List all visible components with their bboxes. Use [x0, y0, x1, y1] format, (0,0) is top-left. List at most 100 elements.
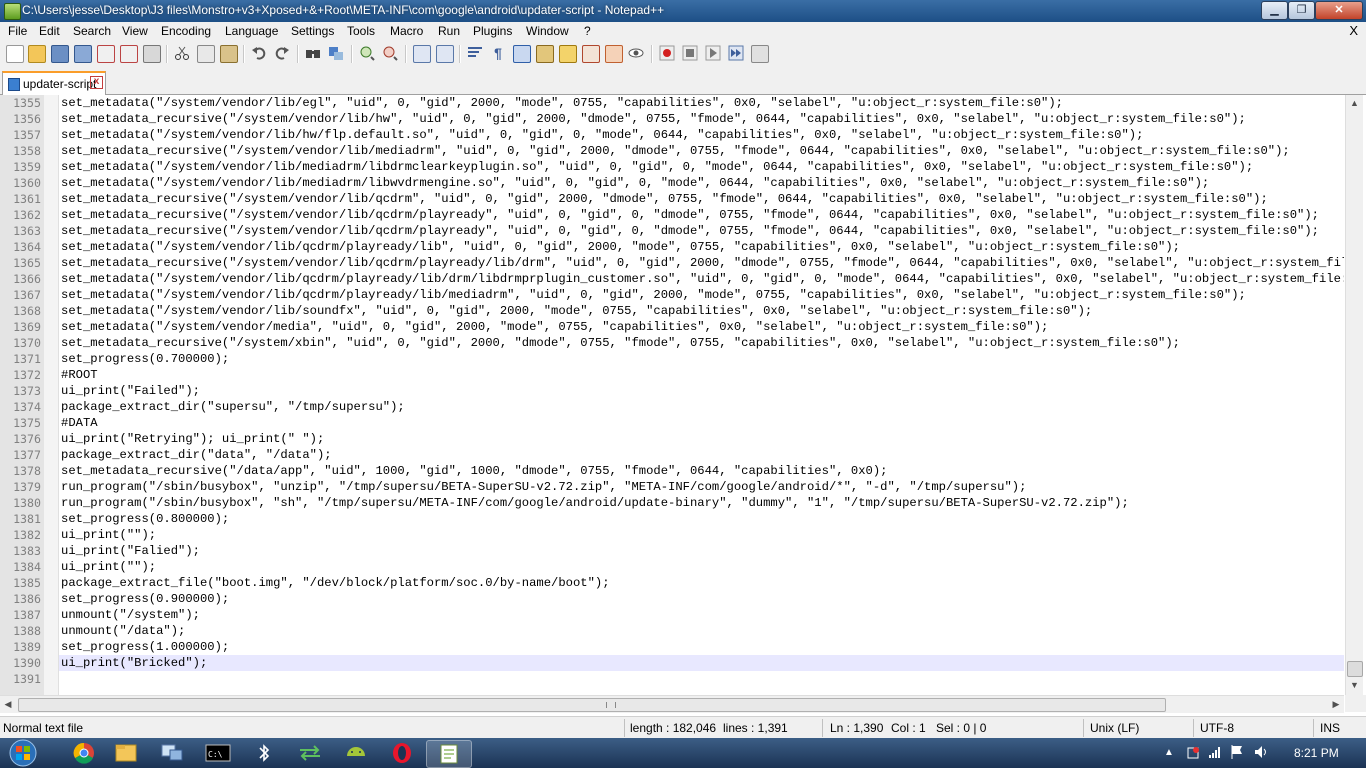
- line-text[interactable]: set_metadata("/system/vendor/lib/soundfx…: [61, 303, 1092, 319]
- line-text[interactable]: set_metadata_recursive("/data/app", "uid…: [61, 463, 887, 479]
- code-line[interactable]: 1381 set_progress(0.800000);: [0, 511, 1344, 527]
- menu-file[interactable]: File: [8, 24, 27, 38]
- line-text[interactable]: set_metadata("/system/vendor/lib/qcdrm/p…: [61, 287, 1246, 303]
- show-all-characters-icon[interactable]: ¶: [490, 45, 506, 61]
- horizontal-scrollbar[interactable]: ◀ ▶: [0, 695, 1344, 713]
- line-text[interactable]: set_metadata_recursive("/system/xbin", "…: [61, 335, 1180, 351]
- code-line[interactable]: 1377 package_extract_dir("data", "/data")…: [0, 447, 1344, 463]
- code-line[interactable]: 1383 ui_print("Falied");: [0, 543, 1344, 559]
- code-line[interactable]: 1389 set_progress(1.000000);: [0, 639, 1344, 655]
- line-text[interactable]: ui_print("");: [61, 527, 156, 543]
- line-text[interactable]: set_metadata_recursive("/system/vendor/l…: [61, 223, 1319, 239]
- save-all-icon[interactable]: [74, 45, 92, 63]
- folder-as-workspace-icon[interactable]: [605, 45, 623, 63]
- scroll-left-arrow-icon[interactable]: ◀: [0, 696, 16, 713]
- line-text[interactable]: ui_print("Retrying"); ui_print(" ");: [61, 431, 324, 447]
- line-text[interactable]: unmount("/system");: [61, 607, 200, 623]
- maximize-button[interactable]: ❐: [1288, 1, 1315, 20]
- code-line[interactable]: 1370 set_metadata_recursive("/system/xbin…: [0, 335, 1344, 351]
- code-line[interactable]: 1382 ui_print("");: [0, 527, 1344, 543]
- code-line[interactable]: 1380 run_program("/sbin/busybox", "sh", "…: [0, 495, 1344, 511]
- new-file-icon[interactable]: [6, 45, 24, 63]
- taskbar-clock[interactable]: 8:21 PM: [1294, 746, 1339, 760]
- stop-macro-icon[interactable]: [682, 45, 698, 61]
- code-line[interactable]: 1375 #DATA: [0, 415, 1344, 431]
- line-text[interactable]: set_metadata_recursive("/system/vendor/l…: [61, 255, 1344, 271]
- line-text[interactable]: set_metadata_recursive("/system/vendor/l…: [61, 191, 1268, 207]
- action-center-flag-icon[interactable]: [1230, 744, 1244, 760]
- menu-run[interactable]: Run: [438, 24, 460, 38]
- menu-view[interactable]: View: [122, 24, 148, 38]
- find-icon[interactable]: [305, 45, 321, 61]
- line-text[interactable]: set_metadata("/system/vendor/lib/qcdrm/p…: [61, 239, 1180, 255]
- menu-encoding[interactable]: Encoding: [161, 24, 211, 38]
- close-file-icon[interactable]: [97, 45, 115, 63]
- zoom-in-icon[interactable]: [359, 45, 375, 61]
- menu-macro[interactable]: Macro: [390, 24, 423, 38]
- scroll-down-arrow-icon[interactable]: ▼: [1346, 677, 1363, 693]
- volume-icon[interactable]: [1254, 745, 1270, 759]
- sync-arrows-icon[interactable]: [288, 740, 332, 766]
- cut-icon[interactable]: [174, 45, 190, 61]
- code-line[interactable]: 1359 set_metadata("/system/vendor/lib/med…: [0, 159, 1344, 175]
- file-explorer-icon[interactable]: [104, 740, 148, 766]
- close-window-button[interactable]: ✕: [1315, 1, 1363, 20]
- code-line[interactable]: 1367 set_metadata("/system/vendor/lib/qcd…: [0, 287, 1344, 303]
- line-text[interactable]: run_program("/sbin/busybox", "sh", "/tmp…: [61, 495, 1129, 511]
- code-line[interactable]: 1362 set_metadata_recursive("/system/vend…: [0, 207, 1344, 223]
- opera-icon[interactable]: [380, 740, 424, 766]
- start-button[interactable]: [5, 738, 41, 768]
- line-text[interactable]: set_metadata("/system/vendor/lib/mediadr…: [61, 159, 1253, 175]
- open-file-icon[interactable]: [28, 45, 46, 63]
- run-macro-multiple-icon[interactable]: [728, 45, 744, 61]
- line-text[interactable]: set_progress(0.700000);: [61, 351, 229, 367]
- redo-icon[interactable]: [274, 45, 290, 61]
- close-document-button[interactable]: X: [1349, 23, 1358, 38]
- code-line[interactable]: 1361 set_metadata_recursive("/system/vend…: [0, 191, 1344, 207]
- replace-icon[interactable]: [328, 45, 344, 61]
- network-manager-icon[interactable]: [150, 740, 194, 766]
- code-line[interactable]: 1390 ui_print("Bricked");: [0, 655, 1344, 671]
- undo-icon[interactable]: [251, 45, 267, 61]
- menu-search[interactable]: Search: [73, 24, 111, 38]
- code-line[interactable]: 1355 set_metadata("/system/vendor/lib/egl…: [0, 95, 1344, 111]
- minimize-button[interactable]: ▁: [1261, 1, 1288, 20]
- line-text[interactable]: unmount("/data");: [61, 623, 185, 639]
- line-text[interactable]: package_extract_file("boot.img", "/dev/b…: [61, 575, 610, 591]
- user-language-icon[interactable]: [536, 45, 554, 63]
- notepadpp-taskbar-icon[interactable]: [426, 740, 472, 768]
- status-eol[interactable]: Unix (LF): [1090, 721, 1139, 735]
- line-text[interactable]: set_metadata("/system/vendor/lib/egl", "…: [61, 95, 1063, 111]
- horizontal-scroll-thumb[interactable]: [18, 698, 1166, 712]
- command-prompt-icon[interactable]: C:\: [196, 740, 240, 766]
- line-text[interactable]: set_metadata("/system/vendor/lib/hw/flp.…: [61, 127, 1143, 143]
- line-text[interactable]: ui_print("Falied");: [61, 543, 200, 559]
- zoom-out-icon[interactable]: [382, 45, 398, 61]
- sync-vertical-icon[interactable]: [413, 45, 431, 63]
- vertical-scrollbar[interactable]: ▲ ▼: [1345, 95, 1363, 695]
- sync-horizontal-icon[interactable]: [436, 45, 454, 63]
- scroll-up-arrow-icon[interactable]: ▲: [1346, 95, 1363, 111]
- android-icon[interactable]: [334, 740, 378, 766]
- code-line[interactable]: 1358 set_metadata_recursive("/system/vend…: [0, 143, 1344, 159]
- code-line[interactable]: 1363 set_metadata_recursive("/system/vend…: [0, 223, 1344, 239]
- signal-strength-icon[interactable]: [1208, 745, 1222, 759]
- close-tab-icon[interactable]: x: [90, 76, 103, 89]
- menu-plugins[interactable]: Plugins: [473, 24, 512, 38]
- word-wrap-icon[interactable]: [467, 45, 483, 61]
- line-text[interactable]: ui_print("Bricked");: [61, 655, 207, 671]
- code-line[interactable]: 1379 run_program("/sbin/busybox", "unzip"…: [0, 479, 1344, 495]
- title-bar[interactable]: C:\Users\jesse\Desktop\J3 files\Monstro+…: [0, 0, 1366, 22]
- code-line[interactable]: 1368 set_metadata("/system/vendor/lib/sou…: [0, 303, 1344, 319]
- function-list-icon[interactable]: [582, 45, 600, 63]
- save-macro-icon[interactable]: [751, 45, 769, 63]
- line-text[interactable]: set_metadata("/system/vendor/lib/mediadr…: [61, 175, 1209, 191]
- code-line[interactable]: 1360 set_metadata("/system/vendor/lib/med…: [0, 175, 1344, 191]
- line-text[interactable]: set_metadata("/system/vendor/lib/qcdrm/p…: [61, 271, 1344, 287]
- tab-updater-script[interactable]: updater-script x: [2, 71, 106, 95]
- menu-edit[interactable]: Edit: [39, 24, 60, 38]
- code-line[interactable]: 1376 ui_print("Retrying"); ui_print(" ");: [0, 431, 1344, 447]
- record-macro-icon[interactable]: [659, 45, 675, 61]
- menu-window[interactable]: Window: [526, 24, 569, 38]
- code-line[interactable]: 1391: [0, 671, 1344, 687]
